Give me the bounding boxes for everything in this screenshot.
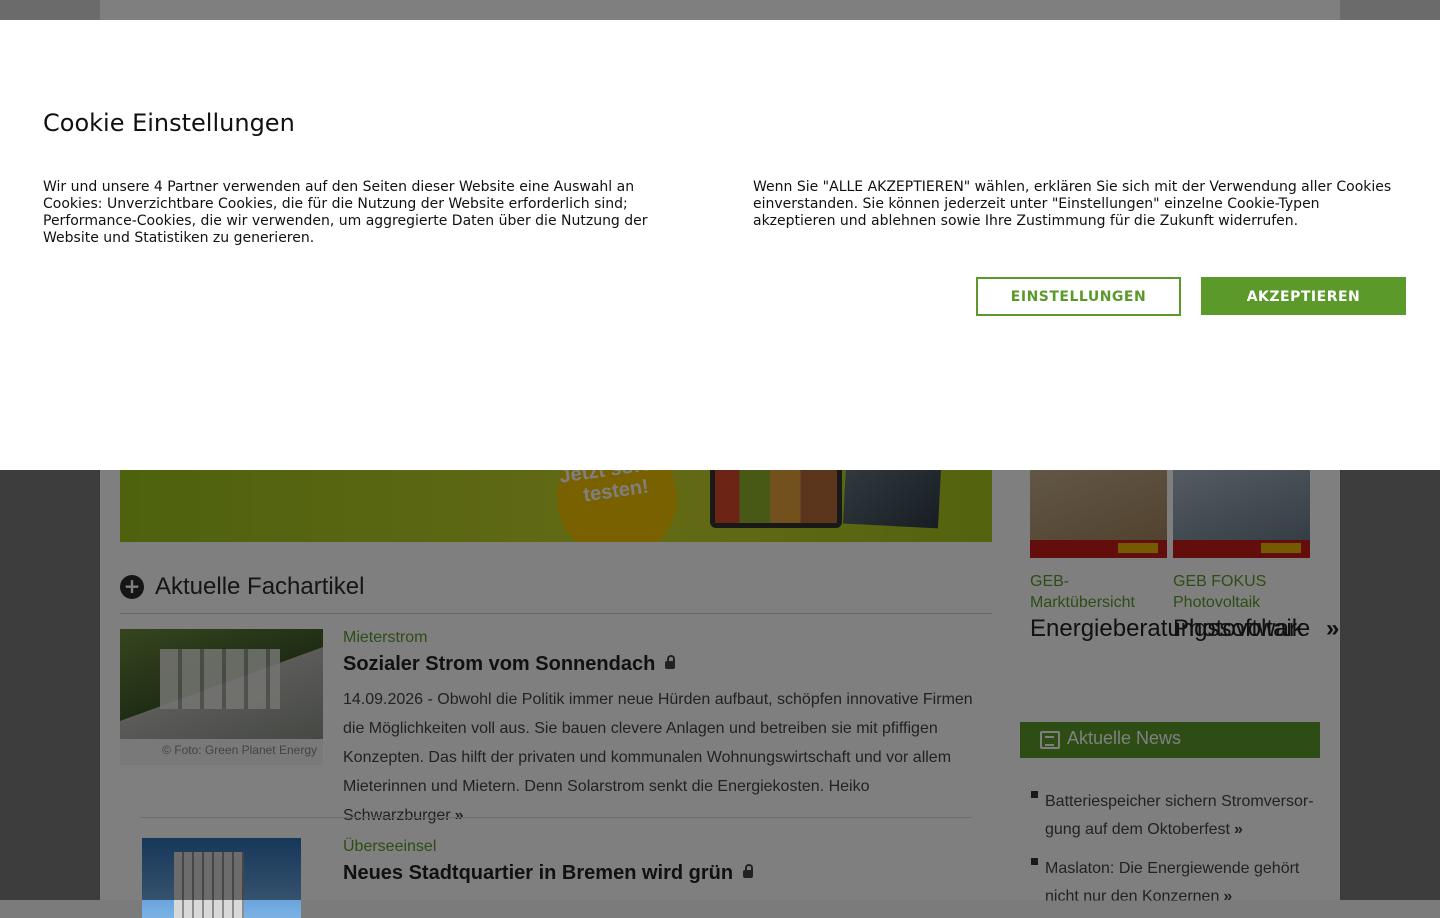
cookie-text-left: Wir und unsere 4 Partner verwenden auf d… xyxy=(43,179,648,246)
accept-button[interactable]: AKZEPTIEREN xyxy=(1201,277,1406,315)
cookie-text-right: Wenn Sie "ALLE AKZEPTIEREN" wählen, erkl… xyxy=(753,179,1392,229)
cookie-modal: Cookie Einstellungen Wir und unsere 4 Pa… xyxy=(0,20,1440,470)
modal-title: Cookie Einstellungen xyxy=(43,109,295,137)
settings-button[interactable]: EINSTELLUNGEN xyxy=(976,277,1181,316)
